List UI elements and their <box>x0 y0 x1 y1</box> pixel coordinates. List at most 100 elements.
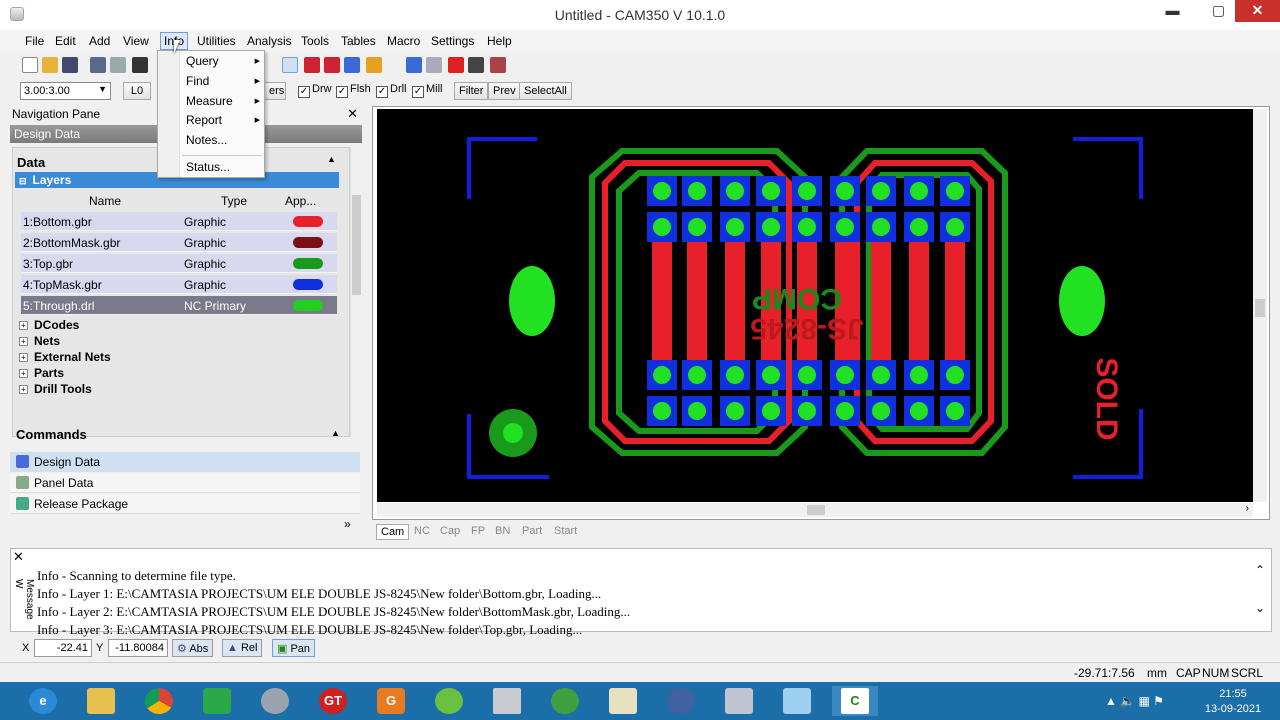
menu-settings[interactable]: Settings <box>428 33 477 49</box>
tab-bn[interactable]: BN <box>491 524 514 538</box>
tree-item-drill-tools[interactable]: + Drill Tools <box>19 382 92 396</box>
menu-tables[interactable]: Tables <box>338 33 379 49</box>
menu-macro[interactable]: Macro <box>384 33 423 49</box>
app-icon-notepad[interactable] <box>774 686 820 716</box>
tree-item-external-nets[interactable]: + External Nets <box>19 350 111 364</box>
layers-button[interactable]: ers <box>264 82 286 100</box>
redo-icon[interactable] <box>110 57 126 73</box>
tree-item-dcodes[interactable]: + DCodes <box>19 318 79 332</box>
scroll-up-icon[interactable]: ⌃ <box>1255 563 1265 577</box>
explorer-icon[interactable] <box>78 686 124 716</box>
tree-item-parts[interactable]: + Parts <box>19 366 64 380</box>
collapse-up-icon[interactable]: ▲ <box>327 154 336 164</box>
menu-find[interactable]: Find <box>186 74 209 88</box>
rotate-icon[interactable] <box>468 57 484 73</box>
scale-select[interactable]: 3.00:3.00 ▼ <box>20 82 111 100</box>
cam350-task-icon[interactable]: C <box>832 686 878 716</box>
col-type[interactable]: Type <box>221 194 247 208</box>
app-icon-green[interactable] <box>194 686 240 716</box>
open-folder-icon[interactable] <box>42 57 58 73</box>
prev-button[interactable]: Prev <box>488 82 521 100</box>
menu-tools[interactable]: Tools <box>298 33 332 49</box>
tab-fp[interactable]: FP <box>467 524 489 538</box>
minimize-button[interactable]: ▬ <box>1150 0 1195 22</box>
flag-icon[interactable]: ⚑ <box>1153 694 1164 708</box>
command-panel-data[interactable]: Panel Data <box>10 473 360 493</box>
filter-button[interactable]: Filter <box>454 82 489 100</box>
tab-start[interactable]: Start <box>550 524 581 538</box>
nav-scrollbar[interactable] <box>350 147 362 437</box>
mill-checkbox[interactable]: ✓ Mill <box>412 83 443 98</box>
copy-icon[interactable] <box>426 57 442 73</box>
pcb-canvas[interactable]: COMP JS-8245 SOLD <box>377 109 1253 502</box>
move-icon[interactable] <box>406 57 422 73</box>
delete-icon[interactable] <box>448 57 464 73</box>
app-icon-blue[interactable] <box>658 686 704 716</box>
command-design-data[interactable]: Design Data <box>10 452 360 472</box>
network-icon[interactable]: ▦ <box>1139 694 1154 708</box>
calculator-icon[interactable] <box>484 686 530 716</box>
new-file-icon[interactable] <box>22 57 38 73</box>
undo-icon[interactable] <box>90 57 106 73</box>
app-icon-gray[interactable] <box>252 686 298 716</box>
layer-row-selected[interactable]: 5:Through.drl NC Primary <box>21 296 337 315</box>
layer-button[interactable]: L0 <box>123 82 151 100</box>
drill-checkbox[interactable]: ✓ Drll <box>376 83 407 98</box>
menu-query[interactable]: Query <box>186 54 219 68</box>
menu-file[interactable]: File <box>22 33 47 49</box>
mirror-icon[interactable] <box>490 57 506 73</box>
close-icon[interactable]: ✕ <box>13 549 24 565</box>
chrome-icon[interactable] <box>136 686 182 716</box>
rel-button[interactable]: ▲ Rel <box>222 639 263 657</box>
highlight-icon[interactable] <box>366 57 382 73</box>
layer-row[interactable]: 3:Top.gbr Graphic <box>21 254 337 273</box>
menu-view[interactable]: View <box>120 33 152 49</box>
menu-utilities[interactable]: Utilities <box>194 33 239 49</box>
snap-icon[interactable] <box>282 57 298 73</box>
layer-row[interactable]: 4:TopMask.gbr Graphic <box>21 275 337 294</box>
tray-up-icon[interactable]: ▲ <box>1105 694 1120 708</box>
select-all-button[interactable]: SelectAll <box>519 82 572 100</box>
menu-add[interactable]: Add <box>86 33 113 49</box>
layer-color-swatch[interactable] <box>293 300 323 311</box>
system-tray[interactable]: ▲ 🔈 ▦ ⚑ <box>1105 694 1164 708</box>
tree-item-nets[interactable]: + Nets <box>19 334 60 348</box>
menu-analysis[interactable]: Analysis <box>244 33 295 49</box>
close-button[interactable]: ✕ <box>1235 0 1280 22</box>
layers-color-icon[interactable] <box>344 57 360 73</box>
layer-color-swatch[interactable] <box>293 216 323 227</box>
menu-edit[interactable]: Edit <box>52 33 79 49</box>
grid-icon[interactable] <box>304 57 320 73</box>
flash-checkbox[interactable]: ✓ Flsh <box>336 83 371 98</box>
menu-notes[interactable]: Notes... <box>186 133 227 147</box>
app-icon-pen[interactable] <box>716 686 762 716</box>
abs-button[interactable]: ⚙ Abs <box>172 639 214 657</box>
layer-color-swatch[interactable] <box>293 279 323 290</box>
col-name[interactable]: Name <box>89 194 121 208</box>
scroll-thumb[interactable] <box>807 505 825 515</box>
scroll-thumb[interactable] <box>1255 299 1265 317</box>
command-release-package[interactable]: Release Package <box>10 494 360 514</box>
scroll-right-icon[interactable]: › <box>1246 503 1249 514</box>
layer-color-swatch[interactable] <box>293 258 323 269</box>
canvas-vscroll[interactable] <box>1253 109 1267 502</box>
menu-measure[interactable]: Measure <box>186 94 233 108</box>
tab-cam[interactable]: Cam <box>376 524 410 540</box>
tab-cap[interactable]: Cap <box>436 524 464 538</box>
scroll-down-icon[interactable]: ⌄ <box>1255 601 1265 615</box>
tab-nc[interactable]: NC <box>410 524 434 538</box>
search-icon[interactable] <box>600 686 646 716</box>
expand-more-icon[interactable]: » <box>344 517 351 531</box>
app-icon-lime[interactable] <box>426 686 472 716</box>
menu-help[interactable]: Help <box>484 33 515 49</box>
y-coordinate-field[interactable]: -11.80084 <box>108 639 168 657</box>
scroll-thumb[interactable] <box>352 195 361 295</box>
tab-part[interactable]: Part <box>518 524 546 538</box>
layer-row[interactable]: 2:BottomMask.gbr Graphic <box>21 233 337 252</box>
draw-checkbox[interactable]: ✓ Drw <box>298 83 332 98</box>
col-appearance[interactable]: App... <box>285 194 316 208</box>
collapse-up-icon[interactable]: ▲ <box>331 428 340 438</box>
app-icon-orange[interactable]: G <box>368 686 414 716</box>
print-icon[interactable] <box>132 57 148 73</box>
grid-dots-icon[interactable] <box>324 57 340 73</box>
